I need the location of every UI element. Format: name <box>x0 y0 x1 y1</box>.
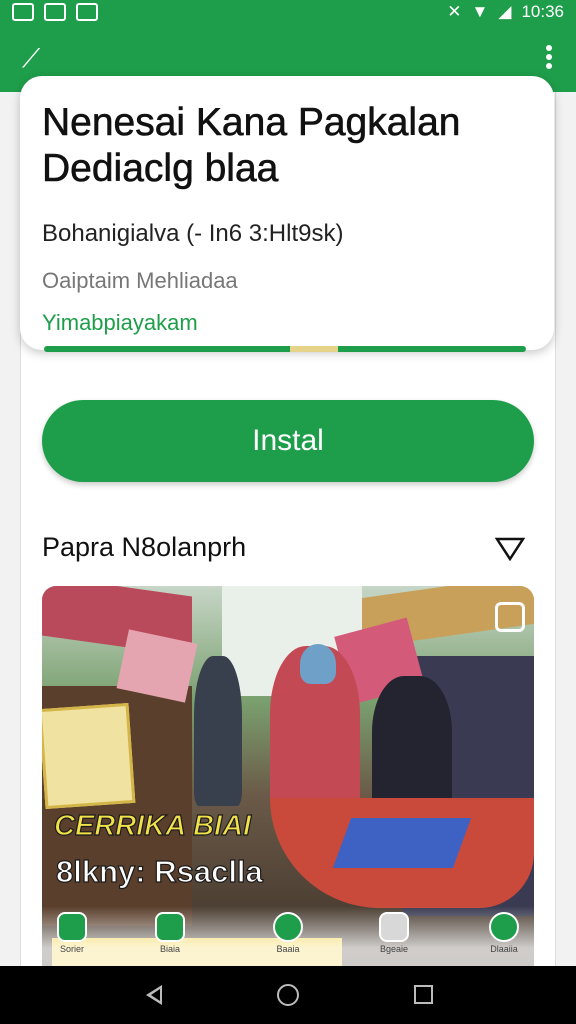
sync-icon <box>44 3 66 21</box>
boat-stripe <box>332 818 472 868</box>
system-back-icon-inner <box>151 989 160 1001</box>
notification-icons <box>12 3 98 21</box>
app-tagline: Yimabpiayakam <box>42 310 198 335</box>
hero-title: CERRIKA BIAI <box>53 809 252 842</box>
wifi-icon: ▼ <box>471 2 489 21</box>
home-icon <box>57 912 87 942</box>
status-time: 10:36 <box>521 2 564 21</box>
progress-marker <box>290 346 338 352</box>
dropdown-triangle-icon[interactable] <box>495 537 525 561</box>
apps-icon <box>273 912 303 942</box>
more-options-icon[interactable] <box>544 42 554 74</box>
system-recents-icon[interactable] <box>414 985 433 1004</box>
nav-item-clock[interactable]: Dlaaiia <box>474 912 534 964</box>
person-figure <box>194 656 242 806</box>
system-indicators: ✕ ▼ ◢ 10:36 <box>447 2 564 22</box>
nav-label: Dlaaiia <box>490 944 518 954</box>
nav-label: Sorier <box>59 944 84 954</box>
nav-label: Biaia <box>159 944 180 954</box>
app-meta: Oaiptaim Mehliadaa <box>42 268 238 293</box>
person-figure <box>372 676 452 816</box>
app-notification-icon <box>76 3 98 21</box>
status-bar: ✕ ▼ ◢ 10:36 <box>0 0 576 26</box>
nav-item-apps[interactable]: Baaia <box>258 912 318 964</box>
profile-icon <box>379 912 409 942</box>
back-icon[interactable]: ⟋ <box>22 42 54 74</box>
bottom-navigation: Sorier Biaia Baaia Bgeaie Dlaaiia <box>42 906 534 966</box>
mute-icon: ✕ <box>447 2 462 21</box>
nav-item-bag[interactable]: Biaia <box>140 912 200 964</box>
install-button[interactable]: Instal <box>42 400 534 482</box>
progress-bar <box>44 346 526 352</box>
nav-item-home[interactable]: Sorier <box>42 912 102 964</box>
system-navigation-bar <box>0 966 576 1024</box>
system-home-icon[interactable] <box>277 984 299 1006</box>
nav-label: Bgeaie <box>379 944 409 954</box>
app-title: Nenesai Kana Pagkalan Dediaclg blaa <box>42 101 461 191</box>
app-info-card: Nenesai Kana Pagkalan Dediaclg blaa Boha… <box>20 76 554 350</box>
price-board <box>42 702 136 810</box>
bag-icon <box>155 912 185 942</box>
share-icon[interactable] <box>495 602 525 632</box>
signal-icon: ◢ <box>498 2 512 21</box>
app-subtitle: Bohanigialva (- In6 3:Hlt9sk) <box>42 220 344 247</box>
section-label: Papra N8olanprh <box>42 532 247 562</box>
nav-item-profile[interactable]: Bgeaie <box>364 912 424 964</box>
clock-icon <box>489 912 519 942</box>
hero-subtitle: 8lkny: Rsaclla <box>55 853 263 889</box>
nav-label: Baaia <box>276 944 300 954</box>
headscarf <box>300 644 336 684</box>
message-icon <box>12 3 34 21</box>
